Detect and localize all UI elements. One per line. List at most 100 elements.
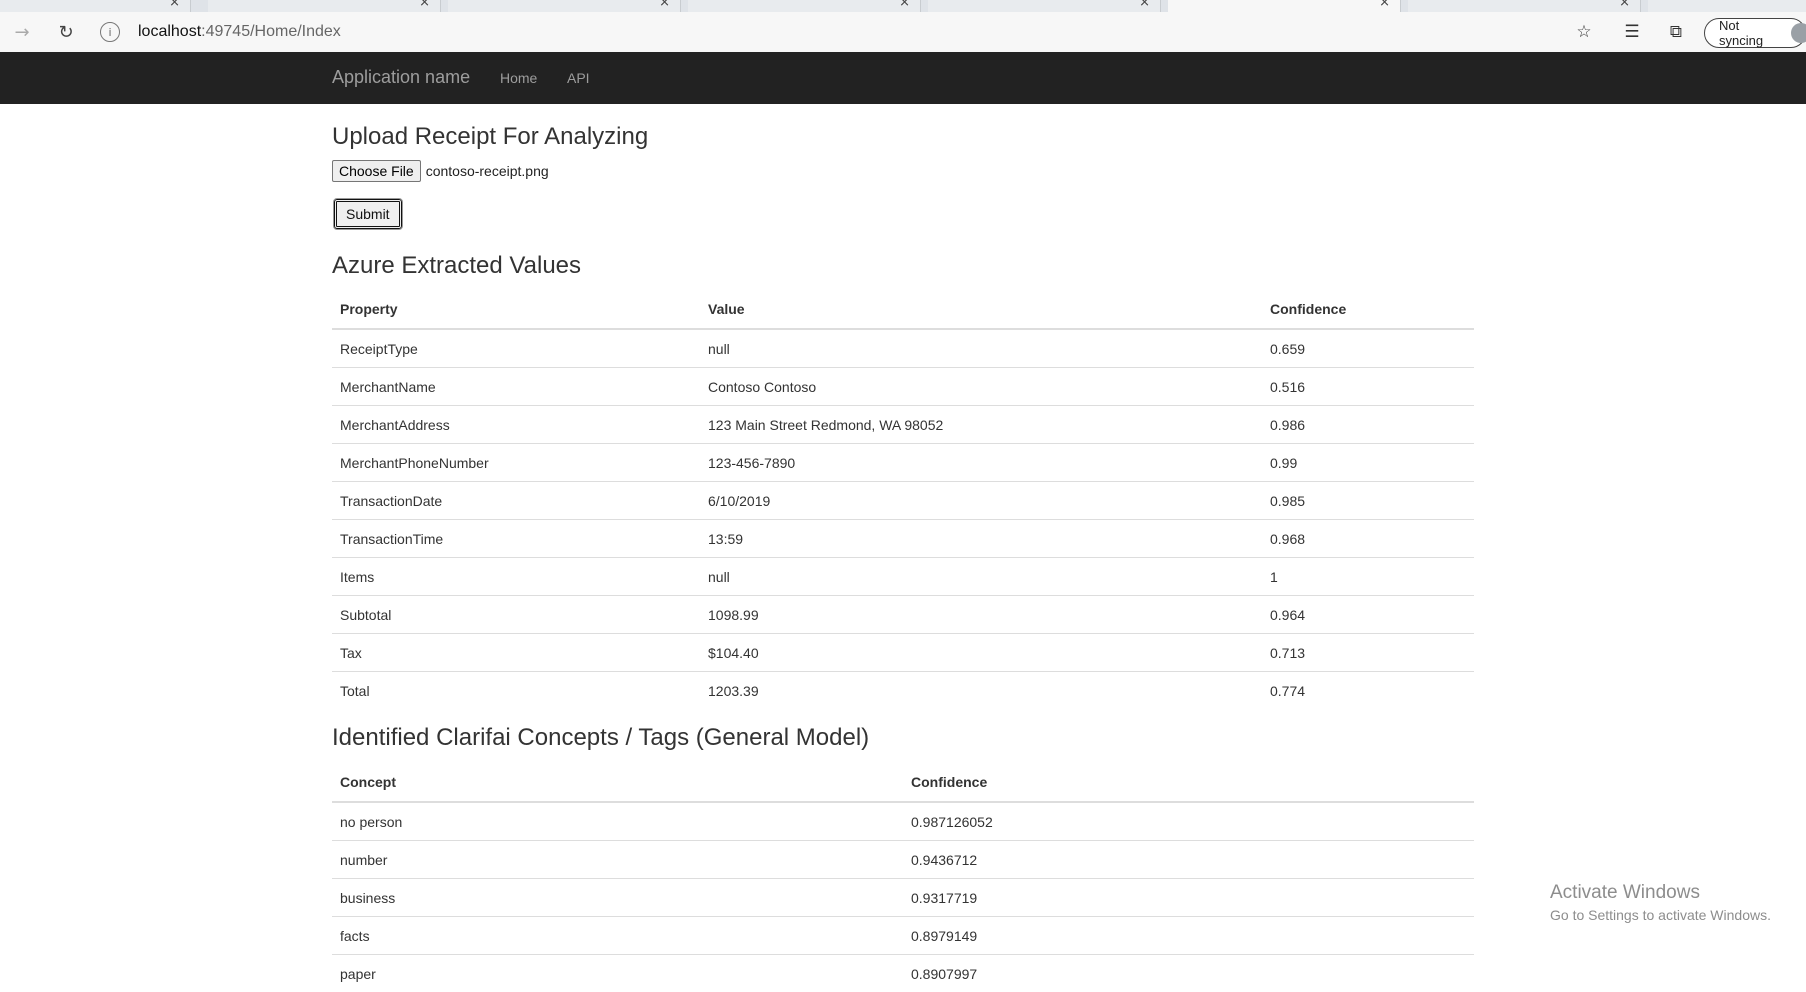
table-row: MerchantNameContoso Contoso0.516 — [332, 368, 1474, 406]
column-header-confidence: Confidence — [1262, 290, 1474, 329]
property-cell: TransactionTime — [332, 520, 700, 558]
value-cell: null — [700, 558, 1262, 596]
close-tab-icon[interactable]: × — [1379, 0, 1390, 10]
property-cell: TransactionDate — [332, 482, 700, 520]
property-cell: ReceiptType — [332, 329, 700, 368]
concept-cell: business — [332, 879, 903, 917]
table-row: MerchantPhoneNumber123-456-78900.99 — [332, 444, 1474, 482]
refresh-icon[interactable]: ↻ — [54, 20, 78, 44]
clarifai-concepts-table: Concept Confidence no person0.987126052 … — [332, 763, 1474, 992]
azure-values-table: Property Value Confidence ReceiptTypenul… — [332, 290, 1474, 709]
property-cell: MerchantPhoneNumber — [332, 444, 700, 482]
app-navbar: Application name Home API — [0, 52, 1806, 104]
submit-button[interactable]: Submit — [334, 199, 402, 229]
choose-file-button[interactable]: Choose File — [332, 160, 421, 182]
nav-home-link[interactable]: Home — [500, 70, 537, 86]
table-header-row: Property Value Confidence — [332, 290, 1474, 329]
close-tab-icon[interactable]: × — [899, 0, 910, 10]
browser-tab-active[interactable]: × — [1168, 0, 1401, 12]
table-row: ReceiptTypenull0.659 — [332, 329, 1474, 368]
table-row: TransactionTime13:590.968 — [332, 520, 1474, 558]
close-tab-icon[interactable]: × — [419, 0, 430, 10]
windows-activation-watermark: Activate Windows Go to Settings to activ… — [1550, 882, 1771, 923]
value-cell: 1203.39 — [700, 672, 1262, 710]
table-row: business0.9317719 — [332, 879, 1474, 917]
azure-heading: Azure Extracted Values — [332, 252, 581, 280]
table-row: number0.9436712 — [332, 841, 1474, 879]
property-cell: MerchantName — [332, 368, 700, 406]
column-header-value: Value — [700, 290, 1262, 329]
column-header-concept: Concept — [332, 763, 903, 802]
selected-file-name: contoso-receipt.png — [426, 163, 549, 179]
watermark-title: Activate Windows — [1550, 882, 1771, 904]
collections-icon[interactable]: ⧉ — [1664, 20, 1688, 44]
value-cell: 123-456-7890 — [700, 444, 1262, 482]
value-cell: 123 Main Street Redmond, WA 98052 — [700, 406, 1262, 444]
upload-heading: Upload Receipt For Analyzing — [332, 123, 648, 151]
property-cell: Subtotal — [332, 596, 700, 634]
value-cell: 13:59 — [700, 520, 1262, 558]
confidence-cell: 0.987126052 — [903, 802, 1474, 841]
browser-tab[interactable]: × — [448, 0, 681, 12]
value-cell: $104.40 — [700, 634, 1262, 672]
value-cell: 1098.99 — [700, 596, 1262, 634]
close-tab-icon[interactable]: × — [169, 0, 180, 10]
property-cell: MerchantAddress — [332, 406, 700, 444]
browser-tab[interactable] — [1648, 0, 1806, 12]
property-cell: Items — [332, 558, 700, 596]
close-tab-icon[interactable]: × — [1139, 0, 1150, 10]
confidence-cell: 0.99 — [1262, 444, 1474, 482]
site-info-icon[interactable]: i — [100, 22, 120, 42]
table-header-row: Concept Confidence — [332, 763, 1474, 802]
forward-icon[interactable]: → — [10, 20, 34, 44]
favorites-list-icon[interactable]: ☰ — [1620, 20, 1644, 44]
column-header-property: Property — [332, 290, 700, 329]
confidence-cell: 0.9317719 — [903, 879, 1474, 917]
avatar — [1791, 23, 1806, 43]
property-cell: Total — [332, 672, 700, 710]
sync-status-button[interactable]: Not syncing — [1704, 18, 1806, 48]
url-field[interactable]: i localhost:49745/Home/Index — [100, 12, 1620, 52]
concept-cell: no person — [332, 802, 903, 841]
browser-tab[interactable]: × — [0, 0, 191, 12]
close-tab-icon[interactable]: × — [659, 0, 670, 10]
confidence-cell: 0.985 — [1262, 482, 1474, 520]
brand-link[interactable]: Application name — [332, 67, 470, 88]
confidence-cell: 0.964 — [1262, 596, 1474, 634]
favorite-star-icon[interactable]: ☆ — [1572, 20, 1596, 44]
table-row: no person0.987126052 — [332, 802, 1474, 841]
concept-cell: paper — [332, 955, 903, 992]
confidence-cell: 0.968 — [1262, 520, 1474, 558]
address-bar-row: → ↻ i localhost:49745/Home/Index ☆ ☰ ⧉ N… — [0, 12, 1806, 53]
url-path: :49745/Home/Index — [201, 23, 341, 41]
concept-cell: facts — [332, 917, 903, 955]
property-cell: Tax — [332, 634, 700, 672]
confidence-cell: 1 — [1262, 558, 1474, 596]
table-row: Total1203.390.774 — [332, 672, 1474, 710]
confidence-cell: 0.8979149 — [903, 917, 1474, 955]
confidence-cell: 0.774 — [1262, 672, 1474, 710]
sync-label: Not syncing — [1719, 18, 1765, 48]
nav-api-link[interactable]: API — [567, 70, 590, 86]
table-row: MerchantAddress123 Main Street Redmond, … — [332, 406, 1474, 444]
value-cell: Contoso Contoso — [700, 368, 1262, 406]
watermark-subtitle: Go to Settings to activate Windows. — [1550, 907, 1771, 923]
close-tab-icon[interactable]: × — [1619, 0, 1630, 10]
browser-tab[interactable]: × — [928, 0, 1161, 12]
browser-tab[interactable]: × — [1408, 0, 1641, 12]
table-row: Itemsnull1 — [332, 558, 1474, 596]
table-row: Tax$104.400.713 — [332, 634, 1474, 672]
browser-tab[interactable]: × — [688, 0, 921, 12]
confidence-cell: 0.986 — [1262, 406, 1474, 444]
browser-tab[interactable]: × — [208, 0, 441, 12]
table-row: TransactionDate6/10/20190.985 — [332, 482, 1474, 520]
column-header-confidence: Confidence — [903, 763, 1474, 802]
file-input[interactable]: Choose File contoso-receipt.png — [332, 160, 549, 182]
confidence-cell: 0.713 — [1262, 634, 1474, 672]
value-cell: 6/10/2019 — [700, 482, 1262, 520]
concept-cell: number — [332, 841, 903, 879]
value-cell: null — [700, 329, 1262, 368]
clarifai-heading: Identified Clarifai Concepts / Tags (Gen… — [332, 724, 869, 752]
confidence-cell: 0.8907997 — [903, 955, 1474, 992]
confidence-cell: 0.9436712 — [903, 841, 1474, 879]
